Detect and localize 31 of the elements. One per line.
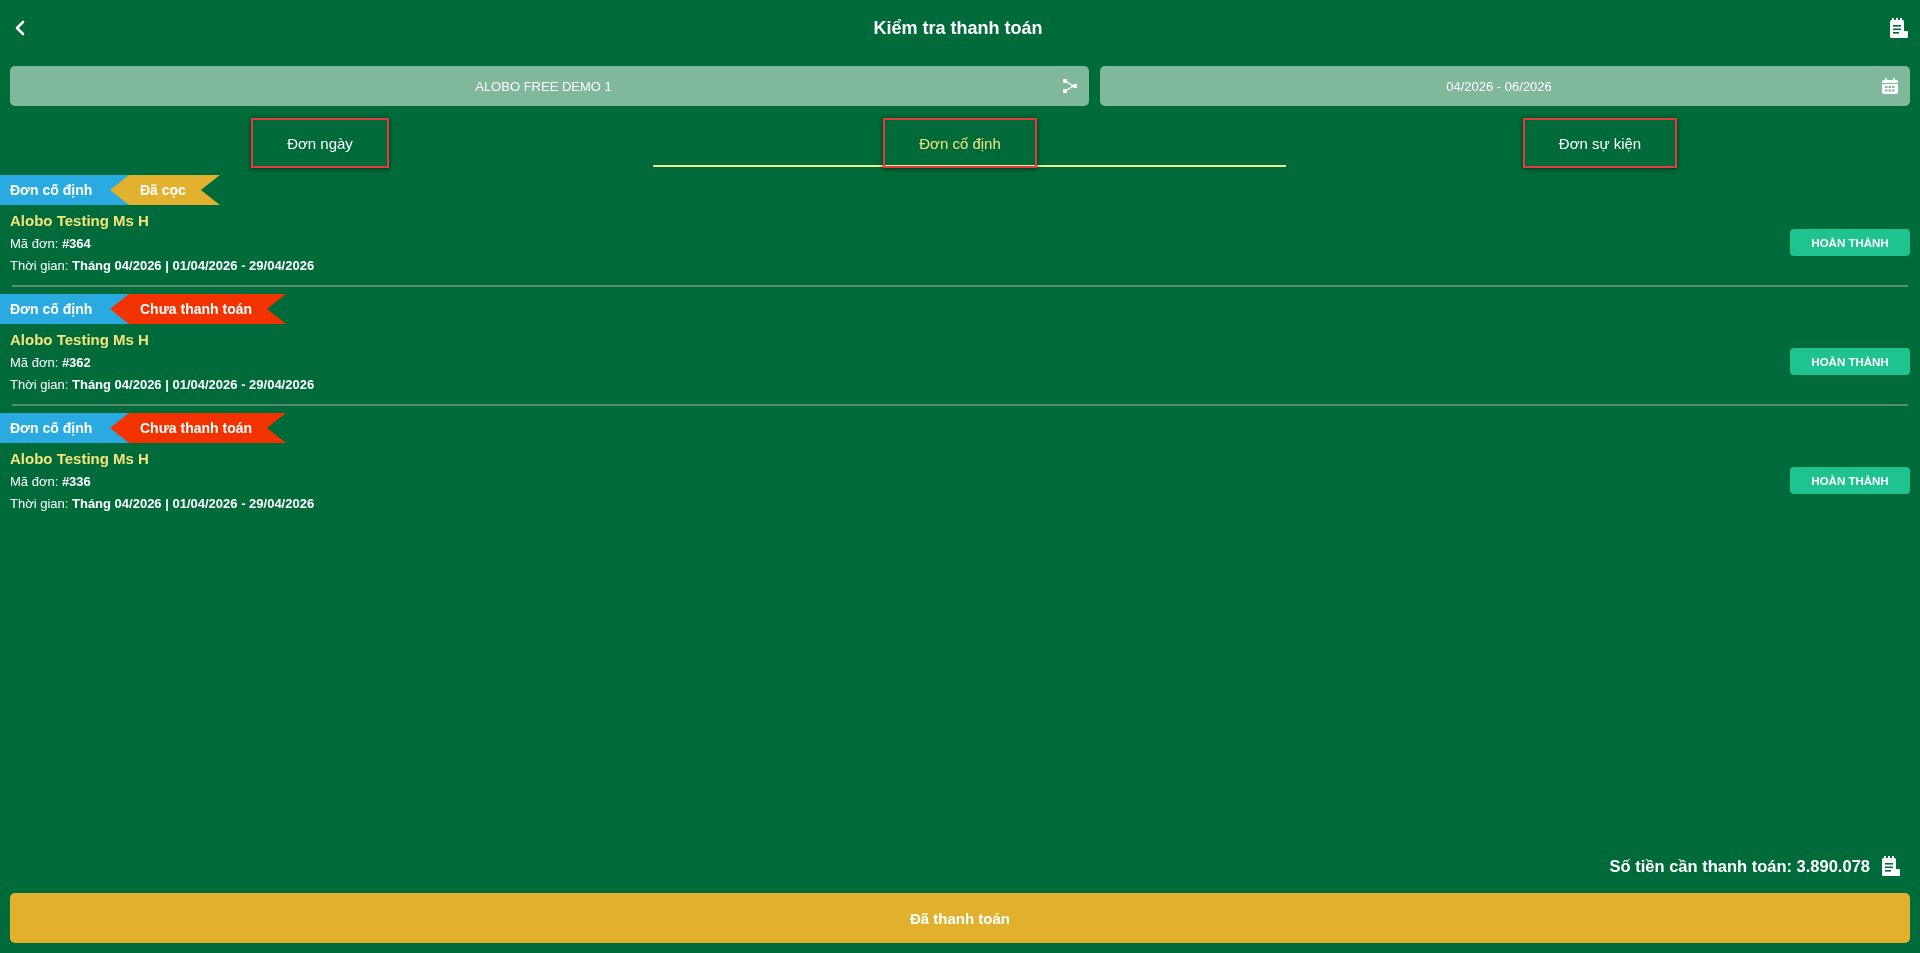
notepad-icon xyxy=(1889,17,1908,39)
customer-name: Alobo Testing Ms H xyxy=(10,211,150,231)
calendar-icon xyxy=(1882,78,1898,94)
status-ribbon: Chưa thanh toán xyxy=(110,294,287,324)
status-ribbon: Đã cọc xyxy=(110,175,220,205)
order-code: Mã đơn: #364 xyxy=(10,235,92,253)
customer-name: Alobo Testing Ms H xyxy=(10,449,150,469)
tab[interactable]: Đơn ngày xyxy=(251,118,389,168)
order-type-tag: Đơn cố định xyxy=(0,294,129,324)
order-time: Thời gian: Tháng 04/2026 | 01/04/2026 - 29/04/2026 xyxy=(10,376,315,394)
complete-button[interactable]: HOÀN THÀNH xyxy=(1790,229,1910,256)
hierarchy-icon xyxy=(1063,79,1077,93)
notepad-icon xyxy=(1881,855,1900,877)
status-ribbon: Chưa thanh toán xyxy=(110,413,287,443)
order-type-tag: Đơn cố định xyxy=(0,413,129,443)
page-title: Kiểm tra thanh toán xyxy=(873,17,1043,39)
order-code: Mã đơn: #336 xyxy=(10,473,92,491)
order-type-tag: Đơn cố định xyxy=(0,175,129,205)
order-time: Thời gian: Tháng 04/2026 | 01/04/2026 - 29/04/2026 xyxy=(10,495,315,513)
complete-button[interactable]: HOÀN THÀNH xyxy=(1790,467,1910,494)
date-range-field[interactable]: 04/2026 - 06/2026 xyxy=(1100,66,1910,106)
order-code: Mã đơn: #362 xyxy=(10,354,92,372)
tab[interactable]: Đơn cố định xyxy=(883,118,1037,168)
total-amount: Số tiền cần thanh toán: 3.890.078 xyxy=(1609,856,1870,876)
paid-button[interactable]: Đã thanh toán xyxy=(10,893,1910,943)
complete-button[interactable]: HOÀN THÀNH xyxy=(1790,348,1910,375)
tab[interactable]: Đơn sự kiện xyxy=(1522,118,1678,168)
select-field[interactable]: ALOBO FREE DEMO 1 xyxy=(10,66,1089,106)
order-time: Thời gian: Tháng 04/2026 | 01/04/2026 - 29/04/2026 xyxy=(10,257,315,275)
customer-name: Alobo Testing Ms H xyxy=(10,330,150,350)
notes-button[interactable] xyxy=(1889,17,1908,39)
